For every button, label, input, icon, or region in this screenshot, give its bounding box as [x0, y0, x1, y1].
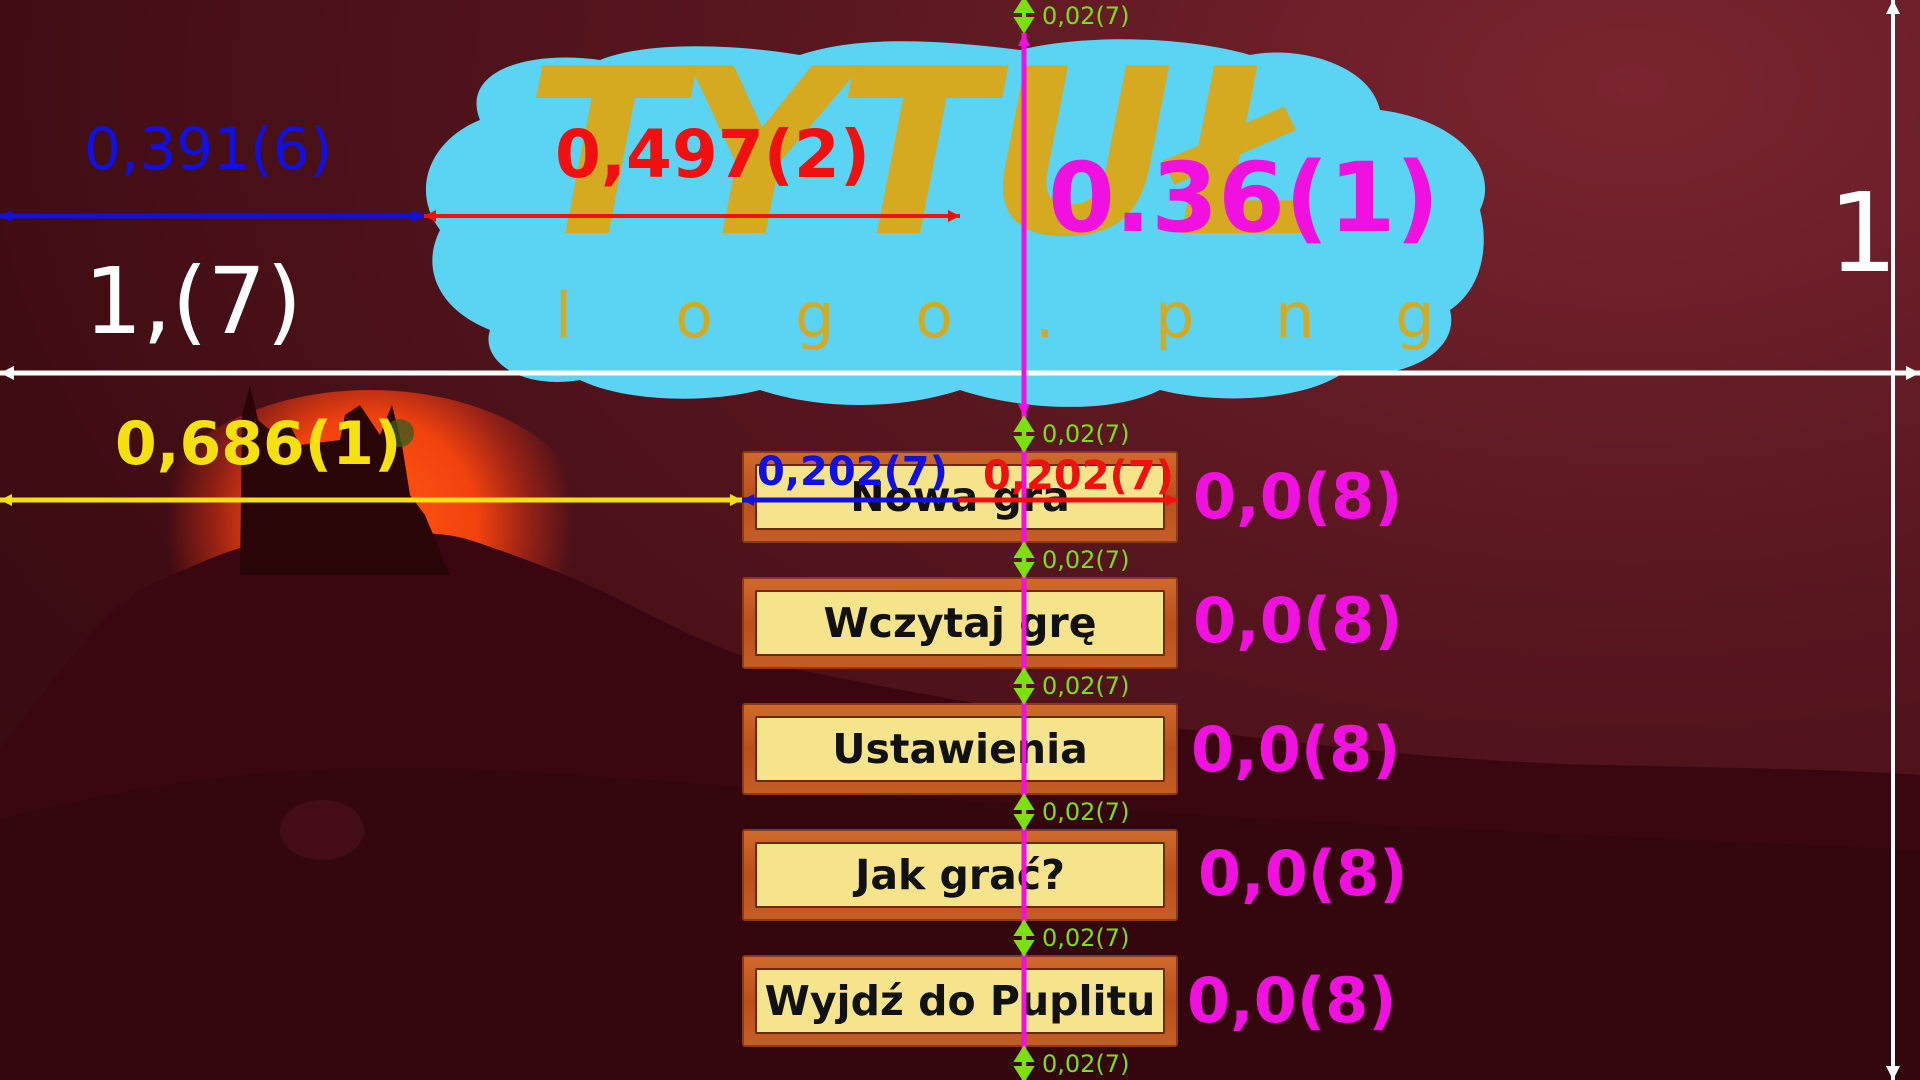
- button-height-label: 0,0(8): [1191, 713, 1401, 786]
- load-game-button-label: Wczytaj grę: [755, 590, 1165, 656]
- logo-height-label: 0.36(1): [1048, 142, 1440, 254]
- left-width-top-label: 0,391(6): [84, 115, 333, 183]
- load-game-button[interactable]: Wczytaj grę: [742, 577, 1178, 669]
- gap-label: 0,02(7): [1042, 924, 1130, 952]
- logo-subtitle-letter: o: [675, 279, 713, 352]
- gap-label: 0,02(7): [1042, 1050, 1130, 1078]
- total-height-label: 1: [1828, 169, 1898, 297]
- left-width-buttons-label: 0,686(1): [115, 409, 402, 479]
- settings-button[interactable]: Ustawienia: [742, 703, 1178, 795]
- button-half-left-label: 0,202(7): [757, 449, 948, 495]
- logo-subtitle-letter: g: [1395, 279, 1435, 352]
- gap-label: 0,02(7): [1042, 798, 1130, 826]
- button-height-label: 0,0(8): [1193, 460, 1403, 533]
- logo-subtitle-letter: .: [1035, 279, 1055, 352]
- settings-button-label: Ustawienia: [755, 716, 1165, 782]
- logo-half-width-label: 0,497(2): [555, 116, 871, 193]
- gap-label: 0,02(7): [1042, 546, 1130, 574]
- how-to-play-button[interactable]: Jak grać?: [742, 829, 1178, 921]
- how-to-play-button-label: Jak grać?: [755, 842, 1165, 908]
- button-half-right-label: 0,202(7): [983, 453, 1174, 499]
- exit-to-desktop-button-label: Wyjdź do Puplitu: [755, 968, 1165, 1034]
- button-height-label: 0,0(8): [1193, 584, 1403, 657]
- button-height-label: 0,0(8): [1187, 964, 1397, 1037]
- gap-label: 0,02(7): [1042, 2, 1130, 30]
- logo-subtitle: logo.png: [555, 285, 1515, 347]
- gap-label: 0,02(7): [1042, 672, 1130, 700]
- gap-label: 0,02(7): [1042, 420, 1130, 448]
- logo-subtitle-letter: n: [1275, 279, 1315, 352]
- logo-ratio-label: 1,(7): [84, 248, 303, 355]
- logo-subtitle-letter: g: [795, 279, 835, 352]
- exit-to-desktop-button[interactable]: Wyjdź do Puplitu: [742, 955, 1178, 1047]
- button-height-label: 0,0(8): [1198, 837, 1408, 910]
- logo-subtitle-letter: p: [1155, 279, 1195, 352]
- logo-subtitle-letter: l: [555, 279, 573, 352]
- logo-subtitle-letter: o: [915, 279, 953, 352]
